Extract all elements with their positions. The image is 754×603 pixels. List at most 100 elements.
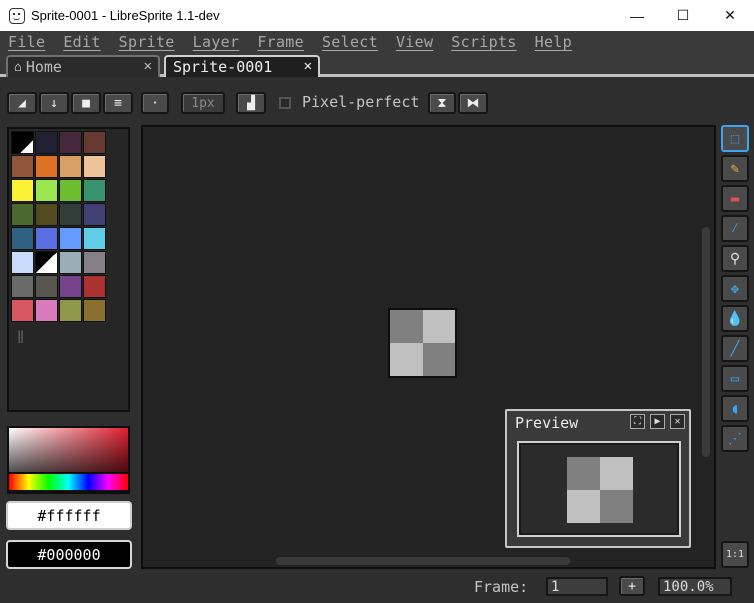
palette-swatch[interactable]	[11, 251, 34, 274]
palette-swatch[interactable]	[11, 227, 34, 250]
background-color-button[interactable]: #000000	[6, 540, 132, 569]
preview-window: Preview ⛶ ▶ ✕	[505, 409, 691, 548]
palette-swatch[interactable]	[59, 227, 82, 250]
palette-swatch[interactable]	[11, 155, 34, 178]
palette-swatch[interactable]	[59, 131, 82, 154]
palette-swatch[interactable]	[35, 203, 58, 226]
brush-type-button[interactable]: ◢	[7, 92, 37, 114]
pencil-icon: ✎	[730, 160, 740, 177]
canvas-editor[interactable]: Preview ⛶ ▶ ✕	[141, 125, 716, 569]
menu-edit[interactable]: Edit	[63, 33, 100, 51]
menu-file[interactable]: File	[8, 33, 45, 51]
rectangular-marquee-icon: ⬚	[730, 130, 740, 147]
square-brush-icon: ■	[82, 95, 90, 111]
horizontal-scrollbar[interactable]	[276, 557, 570, 565]
status-bar: Frame: 1 + 100.0%	[0, 572, 754, 603]
pencil-tool-button[interactable]: ✎	[721, 155, 749, 182]
brush-square-button[interactable]: ↓	[39, 92, 69, 114]
palette-swatch[interactable]	[83, 227, 106, 250]
preview-close-icon[interactable]: ✕	[670, 414, 685, 429]
rectangle-tool-button[interactable]: ▭	[721, 365, 749, 392]
arrow-down-icon: ↓	[50, 95, 58, 111]
menu-view[interactable]: View	[396, 33, 433, 51]
palette-swatch[interactable]	[35, 179, 58, 202]
palette-swatch[interactable]	[11, 131, 34, 154]
brush-line-button[interactable]: ■	[71, 92, 101, 114]
paint-bucket-tool-button[interactable]: 💧	[721, 305, 749, 332]
freehand-lasso-tool-button[interactable]: ◖	[721, 395, 749, 422]
palette-swatch[interactable]	[11, 299, 34, 322]
move-tool-button[interactable]: ✥	[721, 275, 749, 302]
vertical-scrollbar[interactable]	[702, 227, 710, 457]
sprite-pixel	[422, 343, 455, 376]
brush-pattern-button[interactable]: ≡	[103, 92, 133, 114]
app-window: File Edit Sprite Layer Frame Select View…	[0, 31, 754, 603]
preview-viewport[interactable]	[517, 441, 681, 537]
palette-swatch[interactable]	[59, 203, 82, 226]
preview-play-icon[interactable]: ▶	[650, 414, 665, 429]
add-frame-button[interactable]: +	[619, 576, 645, 596]
palette-grip-icon[interactable]: ‖	[17, 329, 24, 343]
zoom-tool-button[interactable]: ⚲	[721, 245, 749, 272]
palette-swatch[interactable]	[35, 275, 58, 298]
palette-swatch[interactable]	[59, 155, 82, 178]
sprite-pixel	[600, 457, 633, 490]
palette-swatch[interactable]	[83, 131, 106, 154]
pixel-perfect-checkbox[interactable]	[279, 97, 291, 109]
palette-swatch[interactable]	[83, 155, 106, 178]
palette-swatch[interactable]	[35, 251, 58, 274]
zoom-reset-button[interactable]: 1:1	[721, 541, 749, 568]
sprite-pixel	[422, 310, 455, 343]
palette-swatch[interactable]	[83, 179, 106, 202]
close-button[interactable]: ✕	[707, 0, 753, 31]
sprite-pixel	[567, 457, 600, 490]
foreground-color-button[interactable]: #ffffff	[6, 501, 132, 530]
palette-swatch[interactable]	[11, 275, 34, 298]
menu-help[interactable]: Help	[535, 33, 572, 51]
palette-swatch[interactable]	[59, 179, 82, 202]
palette-swatch[interactable]	[83, 299, 106, 322]
menu-layer[interactable]: Layer	[193, 33, 240, 51]
frame-label: Frame:	[474, 578, 529, 596]
sprite-pixel	[567, 490, 600, 523]
palette-swatch[interactable]	[59, 299, 82, 322]
palette-swatch[interactable]	[35, 299, 58, 322]
tab-home-close-icon[interactable]: ✕	[144, 57, 152, 75]
palette-swatch[interactable]	[11, 203, 34, 226]
rectangular-marquee-tool-button[interactable]: ⬚	[721, 125, 749, 152]
palette-swatch[interactable]	[35, 227, 58, 250]
palette-swatch[interactable]	[59, 251, 82, 274]
palette-swatch[interactable]	[11, 179, 34, 202]
palette-swatch[interactable]	[35, 131, 58, 154]
lines-icon: ≡	[114, 95, 122, 111]
symmetry-horizontal-button[interactable]: ⧓	[458, 92, 488, 114]
palette-swatch[interactable]	[35, 155, 58, 178]
preview-fullscreen-icon[interactable]: ⛶	[630, 414, 645, 429]
line-tool-button[interactable]: ╱	[721, 335, 749, 362]
palette-swatch[interactable]	[59, 275, 82, 298]
hue-slider[interactable]	[7, 472, 130, 492]
zoom-field[interactable]: 100.0%	[658, 577, 732, 596]
frame-input[interactable]: 1	[546, 577, 608, 596]
spray-tool-button[interactable]: ⋰	[721, 425, 749, 452]
maximize-button[interactable]: ☐	[660, 0, 706, 31]
menu-frame[interactable]: Frame	[257, 33, 304, 51]
brush-size-field[interactable]: 1px	[181, 92, 225, 114]
menu-select[interactable]: Select	[322, 33, 378, 51]
home-icon: ⌂	[14, 59, 22, 75]
brush-preview-button[interactable]: ·	[141, 92, 169, 114]
ink-button[interactable]: ▟	[236, 92, 266, 114]
menu-scripts[interactable]: Scripts	[451, 33, 516, 51]
eyedropper-tool-button[interactable]: ⁄	[721, 215, 749, 242]
palette-swatch[interactable]	[83, 203, 106, 226]
sprite-canvas[interactable]	[388, 308, 457, 378]
palette-swatch[interactable]	[83, 275, 106, 298]
tab-home[interactable]: ⌂ Home ✕	[6, 55, 160, 77]
symmetry-vertical-button[interactable]: ⧗	[428, 92, 456, 114]
menu-sprite[interactable]: Sprite	[119, 33, 175, 51]
minimize-button[interactable]: —	[614, 0, 660, 31]
eraser-tool-button[interactable]: ▬	[721, 185, 749, 212]
tab-sprite-close-icon[interactable]: ✕	[304, 57, 312, 75]
palette-swatch[interactable]	[83, 251, 106, 274]
tab-sprite-0001[interactable]: Sprite-0001 ✕	[164, 55, 320, 77]
